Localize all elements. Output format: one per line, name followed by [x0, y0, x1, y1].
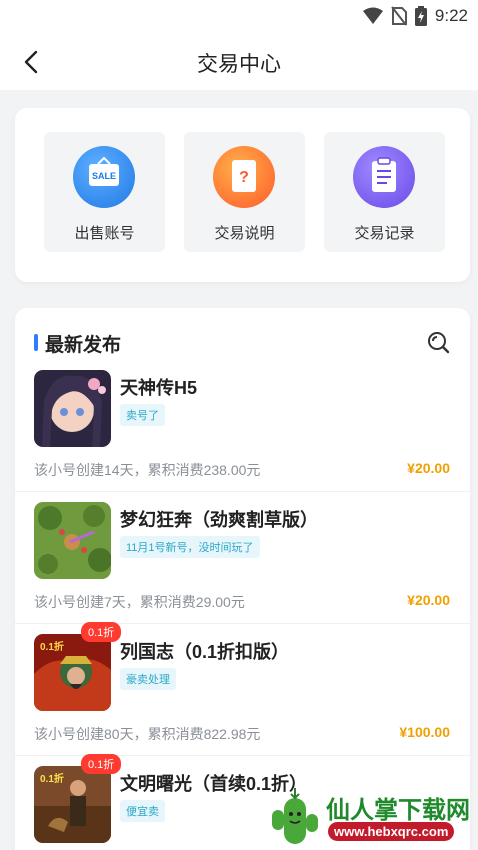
latest-listings-card: 最新发布 天神传H5 卖号了 该小号创建14天，累积消费238.00元 ¥20.… — [15, 308, 470, 850]
game-name: 列国志（0.1折扣版） — [120, 642, 290, 662]
game-cover — [34, 502, 111, 579]
discount-badge: 0.1折 — [81, 622, 122, 642]
sale-icon: SALE — [73, 146, 135, 208]
listing-note: 便宜卖 — [120, 800, 165, 822]
sell-account-label: 出售账号 — [74, 225, 135, 242]
game-cover-art: 0.1折 — [34, 634, 111, 711]
game-cover: 0.1折 — [34, 634, 111, 711]
search-button[interactable] — [426, 330, 450, 354]
watermark: 仙人掌下载网 www.hebxqrc.com — [268, 788, 472, 850]
clipboard-list-icon — [372, 157, 396, 192]
actions-card: SALE 出售账号 ? 交易说明 交易记录 — [15, 108, 470, 282]
trade-records-label: 交易记录 — [354, 225, 415, 242]
listing-note: 卖号了 — [120, 404, 165, 426]
section-accent-bar — [34, 334, 38, 351]
svg-text:SALE: SALE — [92, 171, 116, 181]
game-name: 梦幻狂奔（劲爽割草版） — [120, 510, 318, 530]
svg-text:0.1折: 0.1折 — [40, 772, 64, 785]
clipboard-icon — [353, 146, 415, 208]
cactus-icon — [272, 788, 318, 844]
game-cover: 0.1折 — [34, 766, 111, 843]
status-bar: 9:22 — [0, 0, 478, 34]
listing-item[interactable]: 0.1折 0.1折 列国志（0.1折扣版） 豪卖处理 该小号创建80天，累积消费… — [15, 622, 470, 756]
game-cover — [34, 370, 111, 447]
watermark-title: 仙人掌下载网 — [326, 797, 470, 824]
section-title: 最新发布 — [45, 335, 122, 356]
game-cover-art: 0.1折 — [34, 766, 111, 843]
wifi-icon — [362, 7, 383, 24]
watermark-url: www.hebxqrc.com — [328, 822, 455, 841]
svg-text:0.1折: 0.1折 — [40, 640, 64, 653]
sell-account-button[interactable]: SALE 出售账号 — [44, 132, 165, 252]
listing-price: ¥100.00 — [399, 724, 450, 740]
battery-charging-icon — [414, 6, 427, 26]
game-cover-art — [34, 502, 111, 579]
sale-tag-icon: SALE — [89, 156, 119, 186]
listing-item[interactable]: 天神传H5 卖号了 该小号创建14天，累积消费238.00元 ¥20.00 — [15, 360, 470, 492]
search-icon — [428, 332, 450, 354]
account-meta: 该小号创建80天，累积消费822.98元 — [34, 726, 261, 742]
listing-price: ¥20.00 — [407, 460, 450, 476]
account-meta: 该小号创建7天，累积消费29.00元 — [34, 594, 245, 610]
listing-item[interactable]: 梦幻狂奔（劲爽割草版） 11月1号新号，没时间玩了 该小号创建7天，累积消费29… — [15, 492, 470, 624]
doc-question-icon: ? — [232, 160, 256, 192]
listing-price: ¥20.00 — [407, 592, 450, 608]
status-time: 9:22 — [434, 6, 468, 25]
status-icons: 9:22 — [362, 6, 468, 26]
section-header: 最新发布 — [15, 308, 470, 364]
trade-guide-button[interactable]: ? 交易说明 — [184, 132, 305, 252]
listing-note: 豪卖处理 — [120, 668, 176, 690]
game-name: 天神传H5 — [120, 378, 198, 398]
trade-records-button[interactable]: 交易记录 — [324, 132, 445, 252]
header: 交易中心 — [0, 34, 478, 90]
no-sim-icon — [391, 6, 407, 26]
trade-guide-label: 交易说明 — [214, 225, 275, 242]
svg-text:?: ? — [239, 169, 249, 186]
discount-badge: 0.1折 — [81, 754, 122, 774]
account-meta: 该小号创建14天，累积消费238.00元 — [34, 462, 261, 478]
listing-note: 11月1号新号，没时间玩了 — [120, 536, 260, 558]
game-cover-art — [34, 370, 111, 447]
question-doc-icon: ? — [213, 146, 275, 208]
page-title: 交易中心 — [197, 53, 281, 76]
